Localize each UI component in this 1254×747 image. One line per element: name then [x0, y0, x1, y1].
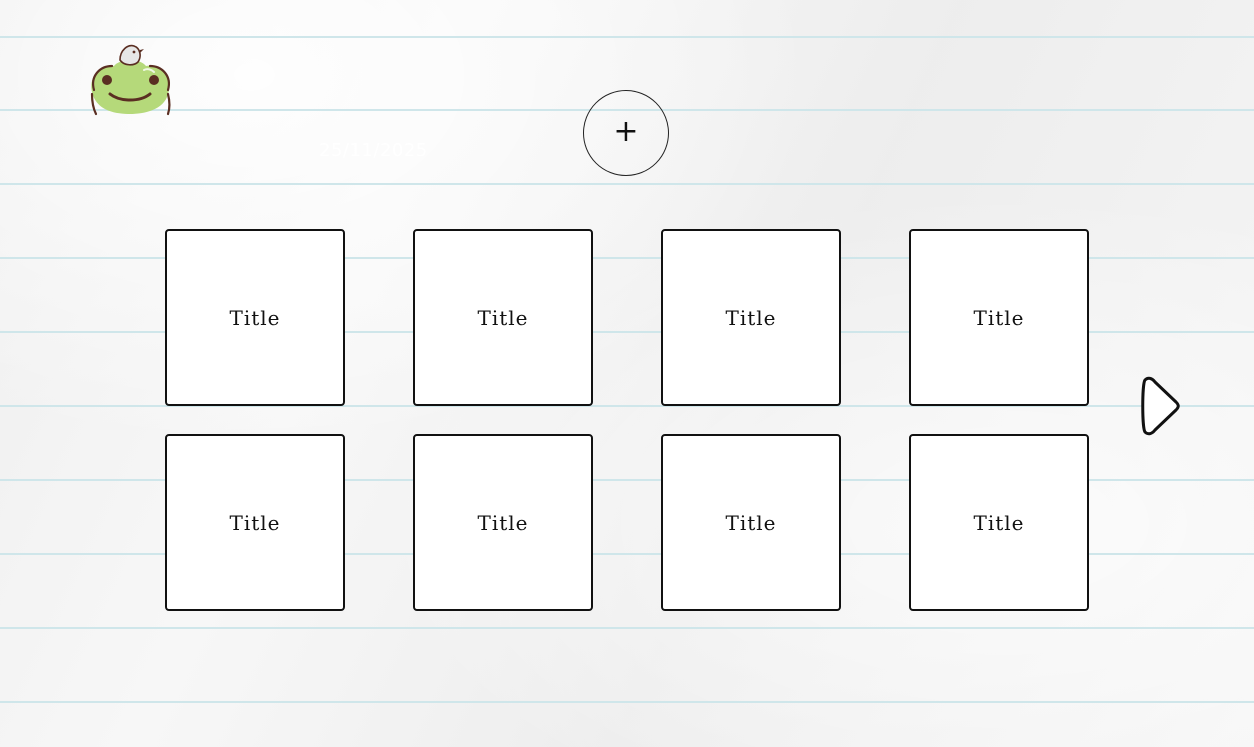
add-note-button[interactable]: + [583, 90, 669, 176]
note-card[interactable]: Title [909, 229, 1089, 406]
note-grid: Title Title Title Title Title Title Titl… [165, 229, 1089, 611]
note-card[interactable]: Title [413, 434, 593, 611]
current-date: 25/11/2025 [319, 140, 428, 161]
note-card[interactable]: Title [413, 229, 593, 406]
note-card-title: Title [725, 510, 777, 535]
note-card[interactable]: Title [661, 229, 841, 406]
note-card[interactable]: Title [909, 434, 1089, 611]
note-card-title: Title [229, 305, 281, 330]
note-card-title: Title [973, 305, 1025, 330]
note-card[interactable]: Title [165, 434, 345, 611]
plus-icon: + [613, 114, 639, 149]
note-card-title: Title [477, 510, 529, 535]
note-card[interactable]: Title [165, 229, 345, 406]
note-card[interactable]: Title [661, 434, 841, 611]
note-card-title: Title [477, 305, 529, 330]
note-card-title: Title [973, 510, 1025, 535]
frog-icon [84, 40, 176, 120]
next-page-arrow-icon[interactable] [1138, 374, 1184, 438]
note-card-title: Title [229, 510, 281, 535]
note-card-title: Title [725, 305, 777, 330]
